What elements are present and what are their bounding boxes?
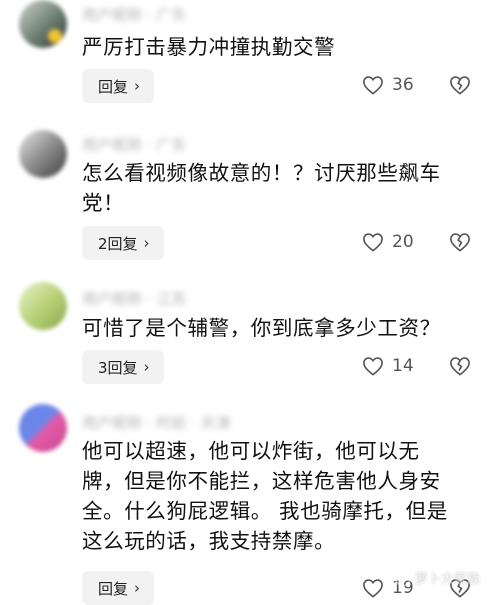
chevron-right-icon: › — [134, 579, 141, 597]
comment-meta: 用户昵称 · 时前 · 天津 — [82, 414, 231, 432]
watermark-text: 萝卜大家族 — [414, 572, 480, 587]
comment-meta: 用户昵称 · 广东 — [82, 6, 187, 24]
reply-label: 2回复 — [98, 234, 138, 253]
watermark: 萝卜大家族 — [394, 568, 480, 587]
reply-button[interactable]: 回复 › — [82, 571, 155, 605]
heart-outline-icon — [363, 357, 383, 376]
dislike-button[interactable] — [449, 356, 471, 376]
comment-text: 他可以超速，他可以炸街，他可以无牌，但是你不能拦，这样危害他人身安全。什么狗屁逻… — [82, 439, 448, 553]
comment-meta: 用户昵称 · 江苏 — [82, 290, 187, 308]
dislike-button[interactable] — [449, 232, 471, 252]
avatar[interactable] — [19, 404, 67, 452]
like-count: 20 — [392, 232, 414, 252]
like-button[interactable]: 36 — [362, 75, 414, 95]
reply-button[interactable]: 回复 › — [82, 69, 155, 103]
comment-item: 用户昵称 · 广东 严厉打击暴力冲撞执勤交警 回复 › 36 — [0, 0, 500, 118]
avatar[interactable] — [19, 0, 67, 48]
like-count: 36 — [392, 75, 414, 95]
chevron-right-icon: › — [134, 77, 141, 95]
broken-heart-icon — [450, 76, 470, 95]
heart-outline-icon — [363, 579, 383, 598]
like-button[interactable]: 14 — [362, 356, 414, 376]
dislike-button[interactable] — [449, 75, 471, 95]
comment-text: 可惜了是个辅警，你到底拿多少工资？ — [82, 316, 441, 340]
heart-outline-icon — [363, 233, 383, 252]
reply-button[interactable]: 2回复 › — [82, 226, 164, 260]
reply-button[interactable]: 3回复 › — [82, 350, 164, 384]
heart-outline-icon — [363, 76, 383, 95]
comment-text: 严厉打击暴力冲撞执勤交警 — [82, 35, 336, 59]
reply-label: 回复 — [98, 77, 129, 96]
chevron-right-icon: › — [143, 234, 150, 252]
avatar[interactable] — [19, 282, 67, 330]
chevron-right-icon: › — [143, 358, 150, 376]
watermark-logo-icon — [394, 569, 411, 586]
comment-item: 用户昵称 · 广东 怎么看视频像故意的！？讨厌那些飙车党！ 2回复 › 20 — [0, 118, 500, 278]
like-count: 14 — [392, 356, 414, 376]
reply-label: 回复 — [98, 579, 129, 598]
like-button[interactable]: 20 — [362, 232, 414, 252]
broken-heart-icon — [450, 357, 470, 376]
comment-item: 用户昵称 · 江苏 可惜了是个辅警，你到底拿多少工资？ 3回复 › 14 — [0, 278, 500, 398]
avatar[interactable] — [19, 130, 67, 178]
comment-text: 怎么看视频像故意的！？讨厌那些飙车党！ — [82, 161, 441, 215]
broken-heart-icon — [450, 233, 470, 252]
comment-meta: 用户昵称 · 广东 — [82, 136, 187, 154]
reply-label: 3回复 — [98, 358, 138, 377]
